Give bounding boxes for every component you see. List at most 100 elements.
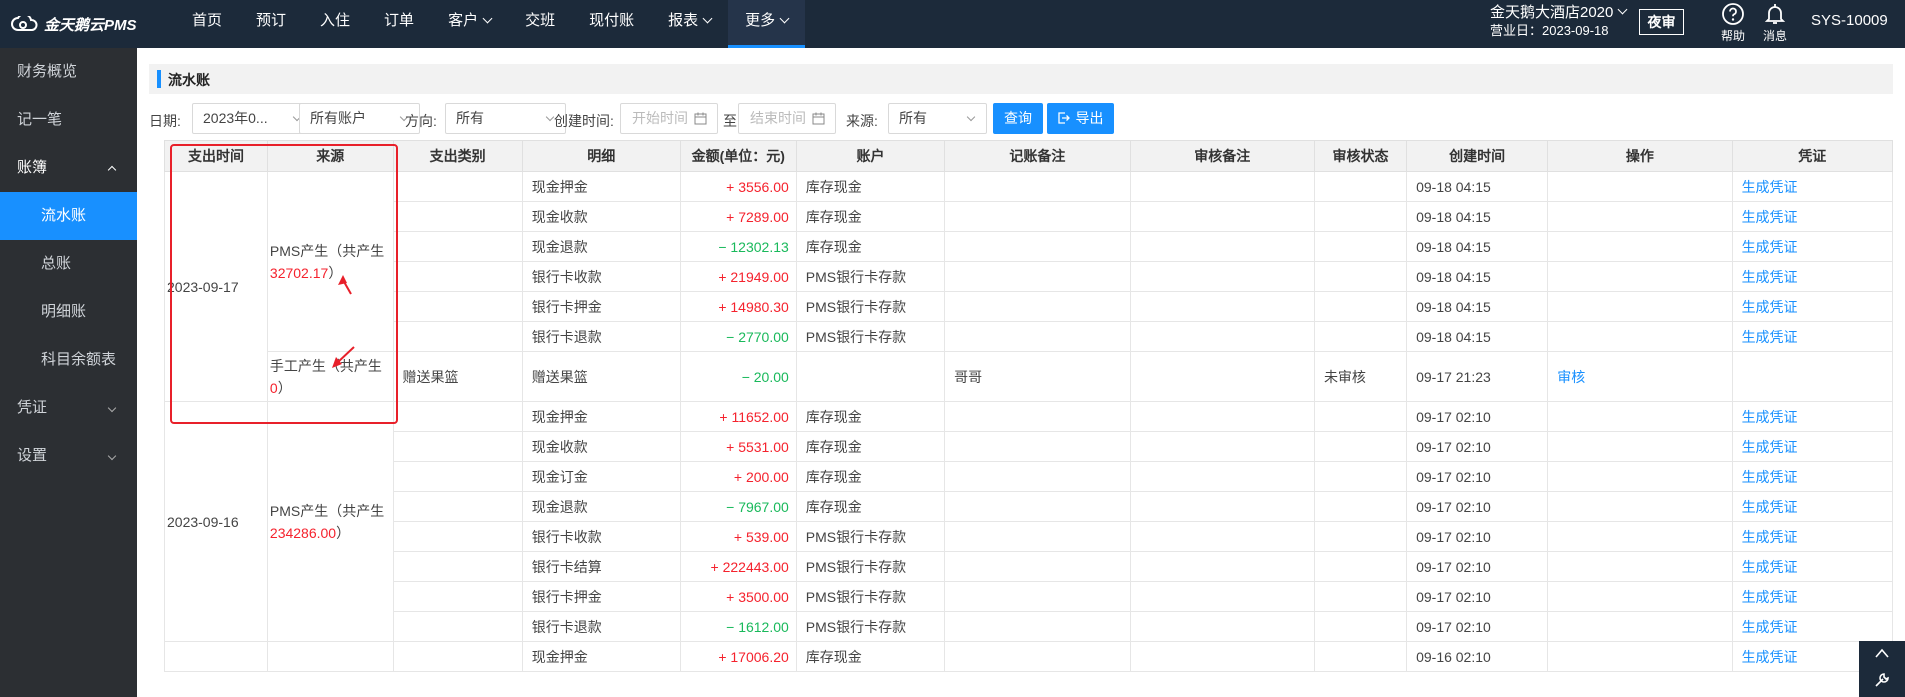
- generate-voucher-link[interactable]: 生成凭证: [1742, 529, 1798, 545]
- hotel-selector[interactable]: 金天鹅大酒店2020: [1490, 3, 1628, 23]
- nav-item[interactable]: 客户: [431, 0, 508, 48]
- table-row: 手工产生（共产生0） 赠送果篮 赠送果篮 − 20.00 哥哥 未审核 09-17 21:2…: [165, 351, 1893, 402]
- nav-item[interactable]: 报表: [651, 0, 728, 48]
- nav-item[interactable]: 更多: [728, 0, 806, 48]
- title-accent-bar: [157, 70, 161, 88]
- sidebar-item[interactable]: 明细账: [0, 288, 137, 336]
- amount-cell: + 539.00: [679, 521, 797, 552]
- calendar-icon: [812, 112, 825, 125]
- operation-cell: [1547, 171, 1733, 202]
- generate-voucher-link[interactable]: 生成凭证: [1742, 299, 1798, 315]
- generate-voucher-link[interactable]: 生成凭证: [1742, 179, 1798, 195]
- note-cell: [944, 261, 1131, 292]
- audit-status-cell: [1313, 521, 1408, 552]
- voucher-cell: 生成凭证: [1731, 201, 1893, 232]
- generate-voucher-link[interactable]: 生成凭证: [1742, 439, 1798, 455]
- account-cell: 库存现金: [795, 461, 946, 492]
- account-select[interactable]: 所有账户: [299, 103, 420, 134]
- source-suffix: ）: [328, 264, 343, 281]
- detail-cell: 银行卡结算: [521, 551, 681, 582]
- generate-voucher-link[interactable]: 生成凭证: [1742, 329, 1798, 345]
- created-time-cell: 09-17 02:10: [1406, 491, 1549, 522]
- account-cell: [795, 351, 946, 402]
- created-time-cell: 09-18 04:15: [1406, 171, 1549, 202]
- chevron-down-icon: [1617, 4, 1628, 15]
- audit-note-cell: [1129, 641, 1315, 672]
- sidebar-item[interactable]: 科目余额表: [0, 336, 137, 384]
- audit-note-cell: [1129, 321, 1315, 352]
- column-header: 审核状态: [1313, 140, 1408, 172]
- source-select[interactable]: 所有: [888, 103, 987, 134]
- account-cell: 库存现金: [795, 641, 946, 672]
- sidebar-item[interactable]: 财务概览: [0, 48, 137, 96]
- sidebar-item[interactable]: 设置: [0, 432, 137, 480]
- export-button[interactable]: 导出: [1047, 103, 1114, 134]
- detail-cell: 银行卡押金: [521, 291, 681, 322]
- voucher-cell: 生成凭证: [1731, 491, 1893, 522]
- user-menu[interactable]: SYS-10009: [1811, 12, 1888, 29]
- voucher-cell: 生成凭证: [1731, 461, 1893, 492]
- table-row: 银行卡押金 + 3500.00 PMS银行卡存款 09-17 02:10 生成凭证: [165, 581, 1893, 612]
- nav-item[interactable]: 预订: [239, 0, 303, 48]
- night-audit-button[interactable]: 夜审: [1639, 9, 1684, 35]
- column-header: 来源: [266, 140, 394, 172]
- sidebar-item[interactable]: 凭证: [0, 384, 137, 432]
- start-time-input[interactable]: 开始时间: [620, 103, 718, 134]
- app-logo[interactable]: 金天鹅云PMS: [10, 12, 137, 36]
- messages-button[interactable]: 消息: [1753, 2, 1797, 44]
- table-row: 现金押金 + 17006.20 库存现金 09-16 02:10 生成凭证: [164, 641, 1893, 672]
- sidebar-item[interactable]: 账簿: [0, 144, 137, 192]
- generate-voucher-link[interactable]: 生成凭证: [1742, 269, 1798, 285]
- sidebar-item[interactable]: 总账: [0, 240, 137, 288]
- generate-voucher-link[interactable]: 生成凭证: [1742, 409, 1798, 425]
- nav-item[interactable]: 订单: [367, 0, 431, 48]
- detail-cell: 银行卡押金: [521, 581, 681, 612]
- operation-cell: [1547, 231, 1733, 262]
- expense-date-cell: 2023-09-17: [164, 171, 268, 402]
- floating-tools: [1859, 641, 1905, 697]
- query-button[interactable]: 查询: [993, 103, 1043, 134]
- source-total-amount: 234286.00: [269, 524, 337, 541]
- account-cell: 库存现金: [795, 431, 946, 462]
- generate-voucher-link[interactable]: 生成凭证: [1742, 589, 1798, 605]
- table-row: 银行卡押金 + 14980.30 PMS银行卡存款 09-18 04:15 生成凭证: [165, 291, 1893, 322]
- sidebar-item[interactable]: 记一笔: [0, 96, 137, 144]
- generate-voucher-link[interactable]: 生成凭证: [1742, 649, 1798, 665]
- table-row: 2023-09-17 PMS产生（共产生32702.17） 现金押金 + 3556.0…: [164, 171, 1893, 402]
- generate-voucher-link[interactable]: 生成凭证: [1742, 239, 1798, 255]
- chevron-up-icon[interactable]: [1874, 647, 1890, 659]
- category-cell: [392, 401, 523, 432]
- bell-icon: [1764, 4, 1786, 24]
- date-select[interactable]: 2023年0...: [192, 103, 313, 134]
- nav-item[interactable]: 现付账: [572, 0, 651, 48]
- category-cell: [392, 261, 523, 292]
- nav-item[interactable]: 交班: [508, 0, 572, 48]
- help-button[interactable]: 帮助: [1711, 2, 1755, 44]
- table-header-row: 支出时间 来源 支出类别 明细 金额(单位：元) 账户 记账备注 审核备注 审核状态 创建时间 操作…: [164, 140, 1893, 172]
- nav-item[interactable]: 首页: [175, 0, 239, 48]
- direction-select[interactable]: 所有: [445, 103, 566, 134]
- account-cell: 库存现金: [795, 231, 946, 262]
- voucher-cell: 生成凭证: [1731, 291, 1893, 322]
- audit-note-cell: [1129, 171, 1315, 202]
- generate-voucher-link[interactable]: 生成凭证: [1742, 499, 1798, 515]
- category-cell: [392, 611, 523, 642]
- sidebar-item-label: 记一笔: [17, 111, 63, 128]
- table-body: 2023-09-17 PMS产生（共产生32702.17） 现金押金 + 3556.0…: [164, 171, 1893, 672]
- note-cell: [944, 171, 1131, 202]
- audit-status-cell: [1313, 461, 1408, 492]
- generate-voucher-link[interactable]: 生成凭证: [1742, 559, 1798, 575]
- note-cell: [944, 431, 1131, 462]
- page-title-bar: 流水账: [149, 64, 1893, 94]
- generate-voucher-link[interactable]: 生成凭证: [1742, 209, 1798, 225]
- wrench-icon[interactable]: [1873, 671, 1891, 689]
- generate-voucher-link[interactable]: 生成凭证: [1742, 469, 1798, 485]
- source-select-value: 所有: [899, 110, 927, 126]
- audit-link[interactable]: 审核: [1557, 369, 1585, 385]
- nav-item[interactable]: 入住: [303, 0, 367, 48]
- account-select-value: 所有账户: [310, 110, 366, 126]
- generate-voucher-link[interactable]: 生成凭证: [1742, 619, 1798, 635]
- end-time-input[interactable]: 结束时间: [738, 103, 836, 134]
- sidebar-item[interactable]: 流水账: [0, 192, 137, 240]
- note-cell: [944, 291, 1131, 322]
